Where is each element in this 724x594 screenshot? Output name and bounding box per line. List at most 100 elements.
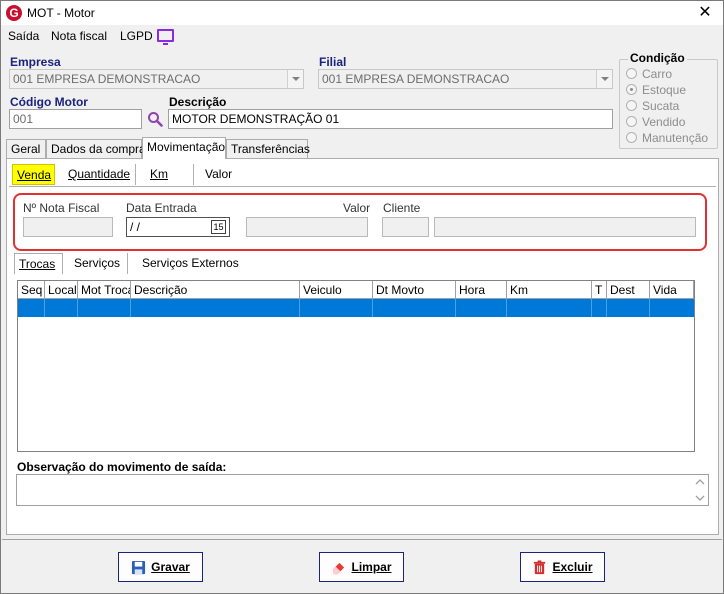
radio-icon[interactable] (626, 100, 637, 111)
table-cell[interactable] (45, 299, 78, 317)
col-header-dest[interactable]: Dest (607, 281, 650, 299)
cliente-name-field[interactable] (434, 217, 696, 237)
empresa-value: 001 EMPRESA DEMONSTRACAO (13, 72, 201, 86)
radio-icon[interactable] (626, 132, 637, 143)
condicao-title: Condição (628, 51, 687, 65)
table-cell[interactable] (18, 299, 45, 317)
chevron-down-icon[interactable] (287, 70, 303, 88)
valor-field[interactable] (246, 217, 368, 237)
col-header-mot-troca[interactable]: Mot Troca (78, 281, 131, 299)
nota-fiscal-field[interactable] (23, 217, 113, 237)
radio-label: Carro (642, 67, 673, 81)
radio-label: Estoque (642, 83, 687, 97)
trocas-grid[interactable]: Seq Local Mot Troca Descrição Veiculo Dt… (17, 280, 695, 452)
menu-bar: Saída Nota fiscal LGPD (1, 25, 723, 47)
radio-label: Manutenção (642, 131, 709, 145)
menu-lgpd[interactable]: LGPD (120, 29, 153, 43)
codigo-motor-field[interactable]: 001 (9, 109, 142, 129)
table-cell[interactable] (78, 299, 131, 317)
subtab-servicos-externos[interactable]: Serviços Externos (138, 253, 240, 274)
empresa-label: Empresa (10, 55, 61, 69)
table-cell[interactable] (607, 299, 650, 317)
col-header-t[interactable]: T (592, 281, 607, 299)
search-icon[interactable] (147, 111, 163, 127)
condicao-group: Condição Carro Estoque Sucata Vendido Ma… (619, 51, 718, 149)
close-window-button[interactable]: ✕ (693, 3, 717, 23)
menu-nota-fiscal[interactable]: Nota fiscal (51, 29, 107, 43)
subtab-quantidade[interactable]: Quantidade (64, 164, 136, 185)
subtab-divider (9, 186, 716, 187)
radio-label: Vendido (642, 115, 686, 129)
subtab-trocas[interactable]: Trocas (14, 253, 63, 274)
filial-label: Filial (319, 55, 347, 69)
table-cell[interactable] (300, 299, 373, 317)
col-header-seq[interactable]: Seq (18, 281, 45, 299)
col-header-dt-movto[interactable]: Dt Movto (373, 281, 456, 299)
limpar-label: Limpar (351, 560, 392, 574)
col-header-hora[interactable]: Hora (456, 281, 507, 299)
nota-fiscal-label: Nº Nota Fiscal (23, 201, 100, 215)
subtab-valor[interactable]: Valor (201, 164, 241, 185)
monitor-icon[interactable] (157, 29, 174, 45)
observacao-scrollbar[interactable] (692, 475, 708, 505)
table-cell[interactable] (650, 299, 694, 317)
radio-vendido[interactable]: Vendido (626, 115, 685, 129)
radio-sucata[interactable]: Sucata (626, 99, 679, 113)
tab-transferencias[interactable]: Transferências (226, 139, 310, 158)
filial-value: 001 EMPRESA DEMONSTRACAO (322, 72, 510, 86)
footer-divider (2, 539, 722, 540)
table-cell[interactable] (507, 299, 592, 317)
cliente-code-field[interactable] (382, 217, 429, 237)
descricao-label: Descrição (169, 95, 227, 109)
limpar-button[interactable]: Limpar (319, 552, 404, 582)
calendar-icon[interactable]: 15 (211, 220, 226, 234)
col-header-local[interactable]: Local (45, 281, 78, 299)
eraser-icon (333, 562, 345, 574)
col-header-vida[interactable]: Vida (650, 281, 694, 299)
table-cell[interactable] (456, 299, 507, 317)
tab-movimentacao[interactable]: Movimentação (142, 137, 226, 159)
app-logo-icon: G (6, 5, 22, 21)
motor-window: G MOT - Motor ✕ Saída Nota fiscal LGPD E… (0, 0, 724, 594)
data-entrada-field[interactable]: / / 15 (126, 217, 230, 237)
excluir-label: Excluir (552, 560, 593, 574)
table-cell[interactable] (592, 299, 607, 317)
excluir-button[interactable]: Excluir (520, 552, 605, 582)
title-bar: G MOT - Motor ✕ (1, 1, 723, 25)
radio-icon[interactable] (626, 68, 637, 79)
menu-saida[interactable]: Saída (8, 29, 39, 43)
observacao-textarea[interactable] (16, 474, 709, 506)
filial-combo[interactable]: 001 EMPRESA DEMONSTRACAO (318, 69, 613, 89)
valor-label: Valor (343, 201, 371, 215)
tab-dados-da-compra[interactable]: Dados da compra (46, 139, 146, 158)
cliente-label: Cliente (383, 201, 421, 215)
radio-manutencao[interactable]: Manutenção (626, 131, 708, 145)
table-cell[interactable] (131, 299, 300, 317)
scroll-arrows-icon[interactable] (692, 475, 708, 505)
subtab-venda[interactable]: Venda (12, 164, 55, 185)
radio-label: Sucata (642, 99, 680, 113)
radio-carro[interactable]: Carro (626, 67, 672, 81)
movimentacao-panel: Venda Quantidade Km Valor Nº Nota Fiscal… (6, 158, 719, 535)
descricao-field[interactable]: MOTOR DEMONSTRAÇÃO 01 (168, 109, 613, 129)
empresa-combo[interactable]: 001 EMPRESA DEMONSTRACAO (9, 69, 304, 89)
data-entrada-label: Data Entrada (126, 201, 197, 215)
subtab-km[interactable]: Km (146, 164, 194, 185)
window-title: MOT - Motor (27, 6, 95, 20)
col-header-km[interactable]: Km (507, 281, 592, 299)
trash-icon (534, 559, 546, 574)
subtab-servicos[interactable]: Serviços (70, 253, 128, 274)
col-header-descricao[interactable]: Descrição (131, 281, 300, 299)
chevron-down-icon[interactable] (596, 70, 612, 88)
observacao-label: Observação do movimento de saída: (17, 460, 227, 474)
radio-estoque[interactable]: Estoque (626, 83, 686, 97)
gravar-button[interactable]: Gravar (118, 552, 203, 582)
table-cell[interactable] (373, 299, 456, 317)
table-row-selected[interactable] (18, 299, 694, 317)
servicos-subtabs: Trocas Serviços Serviços Externos (12, 253, 252, 275)
radio-icon[interactable] (626, 116, 637, 127)
radio-checked-icon[interactable] (626, 84, 637, 95)
tab-geral[interactable]: Geral (6, 139, 46, 158)
codigo-motor-label: Código Motor (10, 95, 88, 109)
col-header-veiculo[interactable]: Veiculo (300, 281, 373, 299)
